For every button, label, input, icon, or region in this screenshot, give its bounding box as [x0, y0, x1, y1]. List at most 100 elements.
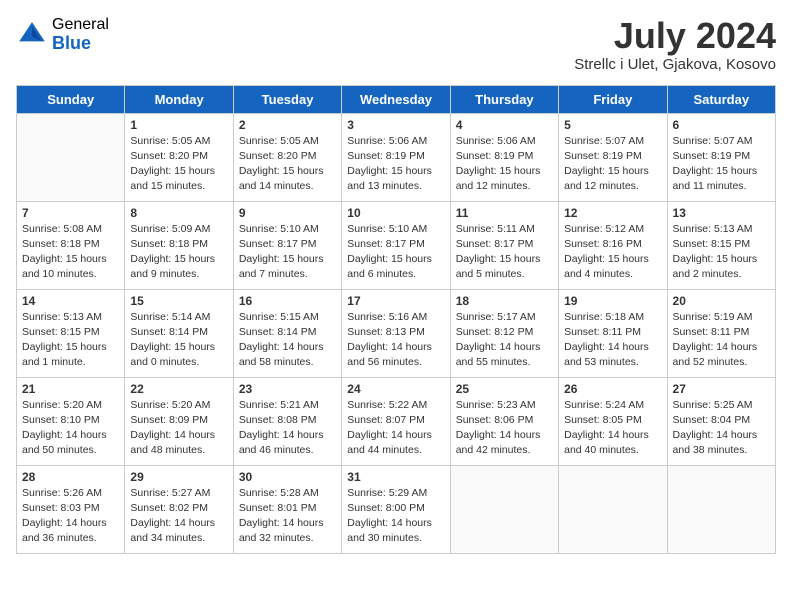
- month-year: July 2024: [574, 16, 776, 56]
- calendar-cell: 2 Sunrise: 5:05 AM Sunset: 8:20 PM Daylig…: [233, 113, 341, 201]
- day-info: Sunrise: 5:19 AM Sunset: 8:11 PM Dayligh…: [673, 310, 770, 371]
- logo: General Blue: [16, 16, 109, 53]
- day-info: Sunrise: 5:14 AM Sunset: 8:14 PM Dayligh…: [130, 310, 227, 371]
- day-number: 7: [22, 206, 119, 220]
- day-number: 20: [673, 294, 770, 308]
- calendar-cell: [450, 465, 558, 553]
- day-number: 2: [239, 118, 336, 132]
- day-info: Sunrise: 5:07 AM Sunset: 8:19 PM Dayligh…: [673, 134, 770, 195]
- day-info: Sunrise: 5:09 AM Sunset: 8:18 PM Dayligh…: [130, 222, 227, 283]
- calendar-cell: 13 Sunrise: 5:13 AM Sunset: 8:15 PM Dayli…: [667, 201, 775, 289]
- logo-text: General Blue: [52, 16, 109, 53]
- calendar-cell: 7Sunrise: 5:08 AM Sunset: 8:18 PM Daylig…: [17, 201, 125, 289]
- calendar-cell: 8Sunrise: 5:09 AM Sunset: 8:18 PM Daylig…: [125, 201, 233, 289]
- day-number: 19: [564, 294, 661, 308]
- title-area: July 2024 Strellc i Ulet, Gjakova, Kosov…: [574, 16, 776, 73]
- calendar-cell: 19 Sunrise: 5:18 AM Sunset: 8:11 PM Dayli…: [559, 289, 667, 377]
- calendar-cell: 21Sunrise: 5:20 AM Sunset: 8:10 PM Dayli…: [17, 377, 125, 465]
- day-number: 18: [456, 294, 553, 308]
- day-info: Sunrise: 5:05 AM Sunset: 8:20 PM Dayligh…: [130, 134, 227, 195]
- day-number: 4: [456, 118, 553, 132]
- calendar-cell: 14Sunrise: 5:13 AM Sunset: 8:15 PM Dayli…: [17, 289, 125, 377]
- day-number: 9: [239, 206, 336, 220]
- weekday-header: Tuesday: [233, 85, 341, 113]
- day-info: Sunrise: 5:07 AM Sunset: 8:19 PM Dayligh…: [564, 134, 661, 195]
- calendar-cell: 27 Sunrise: 5:25 AM Sunset: 8:04 PM Dayli…: [667, 377, 775, 465]
- calendar-week-row: 1 Sunrise: 5:05 AM Sunset: 8:20 PM Daylig…: [17, 113, 776, 201]
- calendar-cell: 20 Sunrise: 5:19 AM Sunset: 8:11 PM Dayli…: [667, 289, 775, 377]
- day-number: 10: [347, 206, 444, 220]
- calendar-cell: 29Sunrise: 5:27 AM Sunset: 8:02 PM Dayli…: [125, 465, 233, 553]
- day-info: Sunrise: 5:06 AM Sunset: 8:19 PM Dayligh…: [456, 134, 553, 195]
- day-number: 13: [673, 206, 770, 220]
- calendar-cell: 30 Sunrise: 5:28 AM Sunset: 8:01 PM Dayli…: [233, 465, 341, 553]
- day-number: 5: [564, 118, 661, 132]
- day-number: 29: [130, 470, 227, 484]
- day-info: Sunrise: 5:11 AM Sunset: 8:17 PM Dayligh…: [456, 222, 553, 283]
- weekday-header: Wednesday: [342, 85, 450, 113]
- day-info: Sunrise: 5:24 AM Sunset: 8:05 PM Dayligh…: [564, 398, 661, 459]
- day-info: Sunrise: 5:05 AM Sunset: 8:20 PM Dayligh…: [239, 134, 336, 195]
- day-info: Sunrise: 5:15 AM Sunset: 8:14 PM Dayligh…: [239, 310, 336, 371]
- calendar-cell: 26 Sunrise: 5:24 AM Sunset: 8:05 PM Dayli…: [559, 377, 667, 465]
- day-number: 22: [130, 382, 227, 396]
- day-number: 17: [347, 294, 444, 308]
- day-number: 1: [130, 118, 227, 132]
- calendar-week-row: 7Sunrise: 5:08 AM Sunset: 8:18 PM Daylig…: [17, 201, 776, 289]
- calendar-cell: 31Sunrise: 5:29 AM Sunset: 8:00 PM Dayli…: [342, 465, 450, 553]
- weekday-header-row: SundayMondayTuesdayWednesdayThursdayFrid…: [17, 85, 776, 113]
- calendar-cell: 6 Sunrise: 5:07 AM Sunset: 8:19 PM Daylig…: [667, 113, 775, 201]
- day-number: 6: [673, 118, 770, 132]
- day-info: Sunrise: 5:17 AM Sunset: 8:12 PM Dayligh…: [456, 310, 553, 371]
- calendar-cell: 10Sunrise: 5:10 AM Sunset: 8:17 PM Dayli…: [342, 201, 450, 289]
- calendar-week-row: 21Sunrise: 5:20 AM Sunset: 8:10 PM Dayli…: [17, 377, 776, 465]
- day-number: 3: [347, 118, 444, 132]
- weekday-header: Saturday: [667, 85, 775, 113]
- day-number: 27: [673, 382, 770, 396]
- day-number: 26: [564, 382, 661, 396]
- calendar-cell: 4 Sunrise: 5:06 AM Sunset: 8:19 PM Daylig…: [450, 113, 558, 201]
- day-number: 25: [456, 382, 553, 396]
- calendar-cell: 11 Sunrise: 5:11 AM Sunset: 8:17 PM Dayli…: [450, 201, 558, 289]
- calendar-week-row: 28Sunrise: 5:26 AM Sunset: 8:03 PM Dayli…: [17, 465, 776, 553]
- location: Strellc i Ulet, Gjakova, Kosovo: [574, 56, 776, 73]
- day-number: 16: [239, 294, 336, 308]
- calendar-week-row: 14Sunrise: 5:13 AM Sunset: 8:15 PM Dayli…: [17, 289, 776, 377]
- day-number: 24: [347, 382, 444, 396]
- calendar-cell: 22Sunrise: 5:20 AM Sunset: 8:09 PM Dayli…: [125, 377, 233, 465]
- day-info: Sunrise: 5:10 AM Sunset: 8:17 PM Dayligh…: [239, 222, 336, 283]
- day-info: Sunrise: 5:20 AM Sunset: 8:10 PM Dayligh…: [22, 398, 119, 459]
- calendar-cell: [667, 465, 775, 553]
- logo-icon: [16, 19, 48, 51]
- day-number: 11: [456, 206, 553, 220]
- day-number: 30: [239, 470, 336, 484]
- logo-blue: Blue: [52, 34, 109, 54]
- calendar-cell: 16 Sunrise: 5:15 AM Sunset: 8:14 PM Dayli…: [233, 289, 341, 377]
- day-info: Sunrise: 5:26 AM Sunset: 8:03 PM Dayligh…: [22, 486, 119, 547]
- calendar-cell: 3Sunrise: 5:06 AM Sunset: 8:19 PM Daylig…: [342, 113, 450, 201]
- calendar-cell: 12Sunrise: 5:12 AM Sunset: 8:16 PM Dayli…: [559, 201, 667, 289]
- calendar-cell: 17 Sunrise: 5:16 AM Sunset: 8:13 PM Dayli…: [342, 289, 450, 377]
- day-number: 23: [239, 382, 336, 396]
- calendar-table: SundayMondayTuesdayWednesdayThursdayFrid…: [16, 85, 776, 554]
- page-header: General Blue July 2024 Strellc i Ulet, G…: [16, 16, 776, 73]
- weekday-header: Friday: [559, 85, 667, 113]
- calendar-cell: 5 Sunrise: 5:07 AM Sunset: 8:19 PM Daylig…: [559, 113, 667, 201]
- day-info: Sunrise: 5:29 AM Sunset: 8:00 PM Dayligh…: [347, 486, 444, 547]
- day-info: Sunrise: 5:23 AM Sunset: 8:06 PM Dayligh…: [456, 398, 553, 459]
- calendar-cell: 24 Sunrise: 5:22 AM Sunset: 8:07 PM Dayli…: [342, 377, 450, 465]
- calendar-cell: 9 Sunrise: 5:10 AM Sunset: 8:17 PM Daylig…: [233, 201, 341, 289]
- day-info: Sunrise: 5:25 AM Sunset: 8:04 PM Dayligh…: [673, 398, 770, 459]
- day-number: 15: [130, 294, 227, 308]
- calendar-cell: 23 Sunrise: 5:21 AM Sunset: 8:08 PM Dayli…: [233, 377, 341, 465]
- day-info: Sunrise: 5:18 AM Sunset: 8:11 PM Dayligh…: [564, 310, 661, 371]
- day-info: Sunrise: 5:16 AM Sunset: 8:13 PM Dayligh…: [347, 310, 444, 371]
- day-info: Sunrise: 5:22 AM Sunset: 8:07 PM Dayligh…: [347, 398, 444, 459]
- calendar-cell: 1 Sunrise: 5:05 AM Sunset: 8:20 PM Daylig…: [125, 113, 233, 201]
- day-info: Sunrise: 5:28 AM Sunset: 8:01 PM Dayligh…: [239, 486, 336, 547]
- day-info: Sunrise: 5:21 AM Sunset: 8:08 PM Dayligh…: [239, 398, 336, 459]
- calendar-cell: 18 Sunrise: 5:17 AM Sunset: 8:12 PM Dayli…: [450, 289, 558, 377]
- calendar-cell: 28Sunrise: 5:26 AM Sunset: 8:03 PM Dayli…: [17, 465, 125, 553]
- day-info: Sunrise: 5:13 AM Sunset: 8:15 PM Dayligh…: [673, 222, 770, 283]
- calendar-cell: 25 Sunrise: 5:23 AM Sunset: 8:06 PM Dayli…: [450, 377, 558, 465]
